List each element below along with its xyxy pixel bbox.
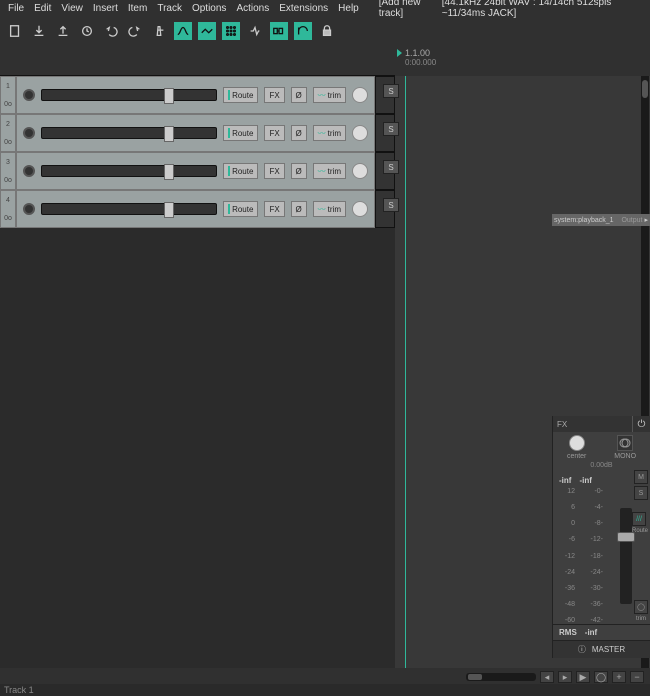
track-pan-knob[interactable] (352, 125, 368, 141)
arrange-hscroll[interactable] (466, 673, 536, 681)
track-phase-button[interactable]: Ø (291, 125, 307, 141)
ruler-bbt: 1.1.00 (405, 48, 430, 58)
undo-icon[interactable] (102, 22, 120, 40)
ripple-edit-icon[interactable] (270, 22, 288, 40)
track-phase-button[interactable]: Ø (291, 163, 307, 179)
track-route-button[interactable]: Route (223, 87, 258, 103)
menu-edit[interactable]: Edit (30, 3, 55, 14)
track-volume-fader[interactable] (41, 127, 217, 139)
project-settings-icon[interactable] (78, 22, 96, 40)
redo-icon[interactable] (126, 22, 144, 40)
menu-item[interactable]: Item (124, 3, 151, 14)
master-mute-button[interactable]: M (634, 470, 648, 484)
track-header[interactable]: Route FX Ø 〰trim (16, 76, 375, 114)
track-fx-button[interactable]: FX (264, 163, 284, 179)
record-arm-button[interactable] (23, 127, 35, 139)
record-arm-button[interactable] (23, 203, 35, 215)
auto-crossfade-icon[interactable] (174, 22, 192, 40)
master-info-icon[interactable]: ⓘ (578, 644, 586, 655)
metronome-icon[interactable] (150, 22, 168, 40)
ruler-left (0, 46, 395, 76)
menu-help[interactable]: Help (334, 3, 363, 14)
timeline-ruler[interactable]: 1.1.00 0:00.000 (395, 46, 650, 76)
track-volume-fader[interactable] (41, 165, 217, 177)
track-solo-button[interactable]: S (383, 160, 399, 174)
track-number[interactable]: 10o (0, 76, 16, 114)
track-route-button[interactable]: Route (223, 163, 258, 179)
playhead[interactable] (405, 76, 406, 686)
master-meter-r-readout: -inf (579, 476, 591, 485)
track-number[interactable]: 30o (0, 152, 16, 190)
route-expand-icon[interactable]: ▸ (644, 216, 648, 224)
track-number[interactable]: 40o (0, 190, 16, 228)
menu-add-new-track[interactable]: [Add new track] (375, 0, 440, 19)
menu-file[interactable]: File (4, 3, 28, 14)
lock-icon[interactable] (318, 22, 336, 40)
master-meter-l-readout: -inf (559, 476, 571, 485)
hscroll-right-icon[interactable]: ▸ (558, 671, 572, 683)
master-rms-readout: -inf (585, 628, 597, 637)
menu-actions[interactable]: Actions (232, 3, 273, 14)
ripple-all-icon[interactable] (294, 22, 312, 40)
zoom-out-icon[interactable]: − (630, 671, 644, 683)
master-pan-label: center (567, 453, 586, 460)
zoom-play-icon[interactable]: ▶ (576, 671, 590, 683)
track-route-button[interactable]: Route (223, 201, 258, 217)
track-route-button[interactable]: Route (223, 125, 258, 141)
audio-device-status: [44.1kHz 24bit WAV : 14/14ch 512spls ~11… (442, 0, 646, 19)
envelope-move-icon[interactable] (198, 22, 216, 40)
grid-icon[interactable] (222, 22, 240, 40)
track-solo-button[interactable]: S (383, 122, 399, 136)
track-trim-button[interactable]: 〰trim (313, 163, 346, 179)
master-fader[interactable] (620, 508, 632, 604)
track-pan-knob[interactable] (352, 163, 368, 179)
master-pan-knob[interactable] (569, 435, 585, 451)
zoom-in-icon[interactable]: + (612, 671, 626, 683)
track-solo-button[interactable]: S (383, 84, 399, 98)
track-trim-button[interactable]: 〰trim (313, 201, 346, 217)
track-header[interactable]: Route FX Ø 〰trim (16, 114, 375, 152)
track-phase-button[interactable]: Ø (291, 87, 307, 103)
track-pan-knob[interactable] (352, 201, 368, 217)
track-trim-button[interactable]: 〰trim (313, 87, 346, 103)
output-route-strip[interactable]: system:playback_1 Output ▸ (552, 214, 650, 226)
playhead-marker-icon[interactable] (397, 49, 402, 57)
track-fx-button[interactable]: FX (264, 201, 284, 217)
master-fx-power-icon[interactable]: ⏻ (632, 416, 650, 432)
track-pan-knob[interactable] (352, 87, 368, 103)
ruler-timecode: 0:00.000 (405, 58, 436, 67)
master-rms-label: RMS (559, 628, 577, 637)
master-mono-label: MONO (614, 453, 636, 460)
track-volume-fader[interactable] (41, 203, 217, 215)
menu-insert[interactable]: Insert (89, 3, 122, 14)
menu-track[interactable]: Track (153, 3, 186, 14)
master-trim-knob[interactable]: ◯ (634, 600, 648, 614)
track-number[interactable]: 20o (0, 114, 16, 152)
track-volume-fader[interactable] (41, 89, 217, 101)
track-solo-button[interactable]: S (383, 198, 399, 212)
menu-extensions[interactable]: Extensions (275, 3, 332, 14)
track-header[interactable]: Route FX Ø 〰trim (16, 152, 375, 190)
menu-view[interactable]: View (57, 3, 87, 14)
snap-icon[interactable] (246, 22, 264, 40)
track-trim-button[interactable]: 〰trim (313, 125, 346, 141)
record-arm-button[interactable] (23, 165, 35, 177)
track-fx-button[interactable]: FX (264, 125, 284, 141)
menu-options[interactable]: Options (188, 3, 230, 14)
open-project-icon[interactable] (30, 22, 48, 40)
master-mono-button[interactable] (617, 435, 633, 451)
master-title: MASTER (592, 645, 625, 654)
new-project-icon[interactable] (6, 22, 24, 40)
track-header[interactable]: Route FX Ø 〰trim (16, 190, 375, 228)
track-phase-button[interactable]: Ø (291, 201, 307, 217)
track-fx-button[interactable]: FX (264, 87, 284, 103)
status-text: Track 1 (4, 685, 34, 695)
master-strip: FX ⏻ center MONO 0.00dB M S (552, 416, 650, 658)
arrange-canvas[interactable]: SSSS system:playback_1 Output ▸ FX ⏻ cen… (395, 76, 650, 686)
save-project-icon[interactable] (54, 22, 72, 40)
zoom-fit-icon[interactable]: ◯ (594, 671, 608, 683)
master-fx-button[interactable]: FX (553, 416, 632, 432)
record-arm-button[interactable] (23, 89, 35, 101)
hscroll-left-icon[interactable]: ◂ (540, 671, 554, 683)
